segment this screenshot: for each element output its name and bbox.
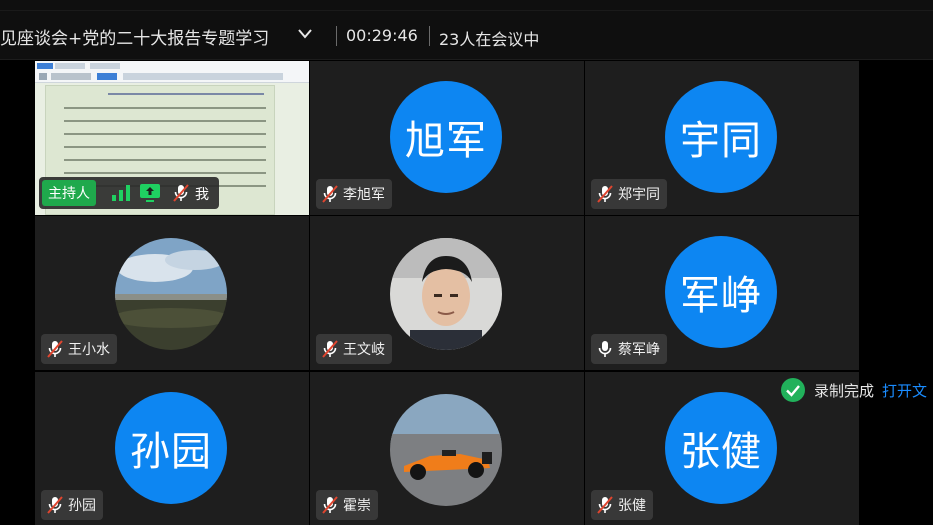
mic-muted-icon[interactable] — [171, 183, 191, 203]
screen-share-icon[interactable] — [139, 182, 161, 204]
host-controls-bar: 主持人 我 — [39, 177, 219, 209]
avatar: 军峥 — [665, 236, 777, 348]
video-tile[interactable]: 王文岐 — [310, 216, 584, 370]
participant-name-tag: 王文岐 — [316, 334, 392, 364]
participant-name: 张健 — [618, 498, 646, 514]
avatar: 旭军 — [390, 81, 502, 193]
video-tile[interactable]: 宇同 郑宇同 — [585, 61, 859, 215]
participant-name: 蔡军峥 — [618, 342, 660, 358]
host-name: 我 — [195, 187, 209, 203]
mic-muted-icon — [47, 340, 63, 358]
avatar — [390, 238, 502, 350]
mic-muted-icon — [322, 185, 338, 203]
header-separator — [429, 26, 430, 46]
avatar: 宇同 — [665, 81, 777, 193]
participant-name-tag: 孙园 — [41, 490, 103, 520]
shared-screen-toolbar-graphic — [37, 63, 283, 80]
recording-complete-toast: 录制完成 打开文 — [780, 377, 927, 403]
video-tile-host-screen-share[interactable]: 主持人 我 — [35, 61, 309, 215]
avatar: 孙园 — [115, 392, 227, 504]
avatar — [115, 238, 227, 350]
participant-name: 孙园 — [68, 498, 96, 514]
participant-name-tag: 郑宇同 — [591, 179, 667, 209]
meeting-title[interactable]: 见座谈会+党的二十大报告专题学习 — [0, 24, 269, 49]
participant-name: 李旭军 — [343, 187, 385, 203]
avatar: 张健 — [665, 392, 777, 504]
mic-muted-icon — [597, 496, 613, 514]
video-tile[interactable]: 军峥 蔡军峥 — [585, 216, 859, 370]
check-circle-icon — [781, 378, 805, 402]
avatar — [390, 394, 502, 506]
mic-muted-icon — [47, 496, 63, 514]
person-photo — [390, 238, 502, 350]
participant-name-tag: 霍崇 — [316, 490, 378, 520]
mic-muted-icon — [322, 496, 338, 514]
chevron-down-icon[interactable] — [296, 27, 314, 41]
mic-icon — [598, 341, 612, 357]
participant-name: 郑宇同 — [618, 187, 660, 203]
toast-message: 录制完成 — [814, 381, 875, 400]
video-tile[interactable]: 王小水 — [35, 216, 309, 370]
header-divider — [0, 10, 933, 11]
participant-name-tag: 王小水 — [41, 334, 117, 364]
video-tile[interactable]: 孙园 孙园 — [35, 372, 309, 525]
race-car-photo — [390, 394, 502, 506]
video-tile[interactable]: 旭军 李旭军 — [310, 61, 584, 215]
participant-name-tag: 李旭军 — [316, 179, 392, 209]
landscape-photo — [115, 238, 227, 350]
host-badge: 主持人 — [42, 180, 96, 206]
participant-name-tag: 蔡军峥 — [591, 334, 667, 364]
mic-muted-icon — [322, 340, 338, 358]
signal-icon — [112, 185, 130, 201]
video-tile[interactable]: 霍崇 — [310, 372, 584, 525]
meeting-header: 见座谈会+党的二十大报告专题学习 00:29:46 23人在会议中 — [0, 0, 933, 60]
participant-name: 霍崇 — [343, 498, 371, 514]
open-recording-link[interactable]: 打开文 — [882, 380, 927, 401]
participant-name-tag: 张健 — [591, 490, 653, 520]
header-separator — [336, 26, 337, 46]
meeting-timer: 00:29:46 — [346, 26, 418, 45]
shared-screen-toolbar — [35, 61, 309, 83]
participant-count[interactable]: 23人在会议中 — [439, 26, 539, 50]
participant-name: 王小水 — [68, 342, 110, 358]
mic-muted-icon — [597, 185, 613, 203]
participant-name: 王文岐 — [343, 342, 385, 358]
